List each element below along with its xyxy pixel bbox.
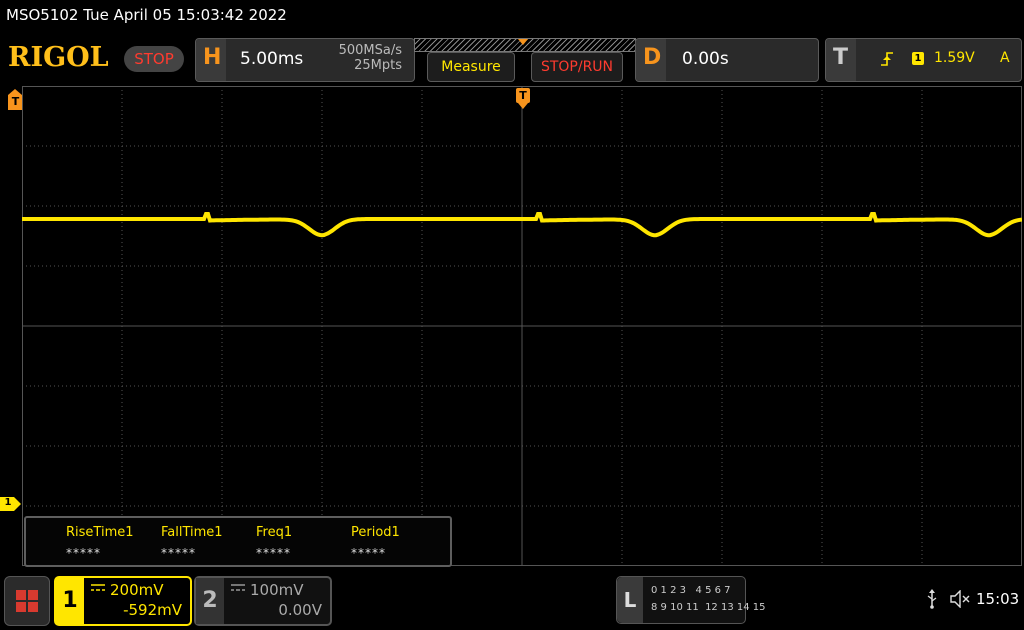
graticule [22, 86, 1022, 566]
channel1-panel[interactable]: 1 200mV -592mV [54, 576, 192, 626]
status-clock: 15:03 [976, 590, 1020, 608]
trigger-time-marker-label: T [519, 89, 527, 102]
delay-panel[interactable]: D 0.00s [635, 38, 819, 82]
speaker-muted-icon[interactable] [950, 590, 972, 608]
run-state-badge[interactable]: STOP [124, 46, 184, 72]
dc-coupling-icon [91, 584, 105, 591]
channel2-number: 2 [196, 578, 224, 624]
channel1-ground-marker[interactable]: 1 [0, 496, 22, 511]
trigger-letter: T [833, 45, 849, 70]
measurement-value: ***** [66, 546, 101, 560]
delay-letter: D [643, 45, 662, 70]
menu-button[interactable] [4, 576, 50, 626]
rising-edge-icon [881, 52, 893, 66]
measurement-value: ***** [256, 546, 291, 560]
trigger-mode: A [1000, 50, 1010, 66]
measurement-name: Freq1 [256, 525, 293, 540]
channel1-number: 1 [56, 578, 84, 624]
trigger-source-badge: 1 [912, 52, 924, 65]
dc-coupling-icon [231, 584, 245, 591]
measurement-value: ***** [161, 546, 196, 560]
measurement-panel[interactable]: RiseTime1 ***** FallTime1 ***** Freq1 **… [24, 516, 452, 567]
trigger-level: 1.59V [934, 50, 975, 66]
stop-run-button[interactable]: STOP/RUN [531, 52, 623, 82]
logic-panel[interactable]: L 0 1 2 3 4 5 6 7 8 9 10 11 12 13 14 15 [616, 576, 766, 624]
measurement-value: ***** [351, 546, 386, 560]
trigger-level-marker-label: T [11, 95, 20, 108]
channel2-offset: 0.00V [278, 601, 322, 619]
channel1-ground-marker-label: 1 [4, 497, 12, 508]
measurement-name: Period1 [351, 525, 400, 540]
title-text: MSO5102 Tue April 05 15:03:42 2022 [6, 6, 287, 24]
memory-depth: 25Mpts [354, 58, 402, 73]
channel1-offset: -592mV [123, 601, 182, 619]
grid-menu-icon [16, 590, 38, 612]
trigger-position-icon [518, 39, 528, 45]
channel1-scale: 200mV [110, 581, 164, 599]
trigger-level-marker[interactable]: T [8, 89, 23, 111]
timebase-value: 5.00ms [240, 49, 304, 69]
trigger-panel[interactable]: T 1 1.59V A [825, 38, 1022, 82]
measurement-name: RiseTime1 [66, 525, 134, 540]
horizontal-panel[interactable]: H 5.00ms 500MSa/s 25Mpts [195, 38, 415, 82]
title-bar: MSO5102 Tue April 05 15:03:42 2022 [0, 0, 1024, 34]
channel2-scale: 100mV [250, 581, 304, 599]
logic-channels-row1: 0 1 2 3 4 5 6 7 [651, 585, 731, 596]
measure-button[interactable]: Measure [427, 52, 515, 82]
waveform-display[interactable] [22, 86, 1022, 566]
usb-icon [927, 589, 937, 609]
horizontal-letter: H [203, 45, 222, 70]
rigol-logo: RIGOL [8, 42, 109, 73]
channel2-panel[interactable]: 2 100mV 0.00V [194, 576, 332, 626]
measurement-name: FallTime1 [161, 525, 223, 540]
logic-letter: L [617, 577, 643, 623]
logic-channels-row2: 8 9 10 11 12 13 14 15 [651, 602, 766, 613]
trigger-time-marker[interactable]: T [516, 88, 530, 110]
sample-rate: 500MSa/s [338, 43, 402, 58]
delay-value: 0.00s [682, 49, 729, 69]
